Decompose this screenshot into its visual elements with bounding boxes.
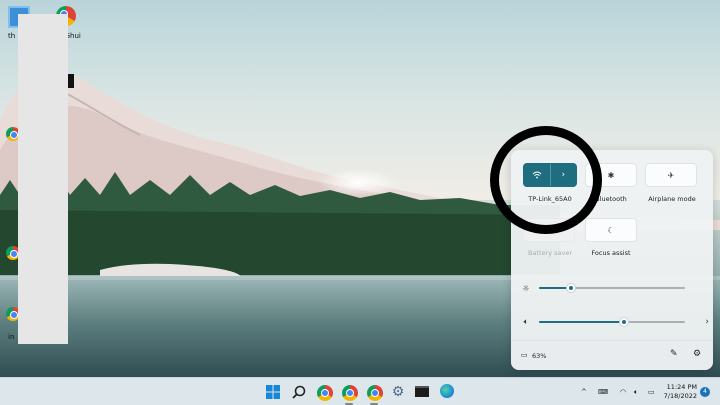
taskbar: ⚙ ^ ⌨ ◠ 🔈︎ ▭ 11:24 PM 7/18/2022 4 xyxy=(0,377,720,405)
moon-icon: ☾ xyxy=(607,225,615,235)
volume-tray-icon[interactable]: 🔈︎ xyxy=(634,378,638,405)
brightness-icon: ☼ xyxy=(522,283,530,293)
desktop-folder-label: th xyxy=(8,32,16,40)
wifi-tray-icon[interactable]: ◠ xyxy=(620,378,626,405)
clock-date: 7/18/2022 xyxy=(663,392,697,400)
airplane-mode-label: Airplane mode xyxy=(648,195,696,203)
taskbar-clock[interactable]: 11:24 PM 7/18/2022 xyxy=(663,383,697,401)
focus-assist-toggle-button[interactable]: ☾ xyxy=(585,218,637,242)
search-icon[interactable] xyxy=(291,384,307,400)
settings-icon[interactable]: ⚙ xyxy=(390,384,406,400)
keyboard-icon[interactable]: ⌨ xyxy=(598,378,608,405)
quick-settings-footer: ▭ 63% ✎ ⚙ xyxy=(511,340,713,370)
battery-percent: 63% xyxy=(532,352,547,360)
bluetooth-icon: ✱ xyxy=(607,170,615,180)
airplane-icon: ✈ xyxy=(667,170,675,180)
battery-tray-icon[interactable]: ▭ xyxy=(648,378,655,405)
chrome-profile-icon[interactable] xyxy=(342,385,358,401)
brightness-slider-thumb[interactable] xyxy=(567,284,576,292)
notification-badge[interactable]: 4 xyxy=(700,387,710,397)
annotation-circle xyxy=(490,126,602,234)
dark-icon xyxy=(68,74,74,88)
audio-output-chevron-icon[interactable]: › xyxy=(705,317,709,327)
chrome-desktop-label-2: in xyxy=(8,333,15,341)
edit-pencil-icon[interactable]: ✎ xyxy=(670,349,678,359)
battery-saver-label: Battery saver xyxy=(527,249,572,257)
volume-slider-fill xyxy=(539,321,624,323)
settings-gear-icon[interactable]: ⚙ xyxy=(693,349,701,359)
brightness-slider[interactable] xyxy=(539,284,685,292)
terminal-icon[interactable] xyxy=(415,386,429,397)
chrome-profile-icon-2[interactable] xyxy=(367,385,383,401)
volume-slider-thumb[interactable] xyxy=(619,318,628,326)
volume-slider[interactable] xyxy=(539,318,685,326)
clock-time: 11:24 PM xyxy=(666,383,697,391)
edge-icon[interactable] xyxy=(440,384,454,398)
chrome-icon[interactable] xyxy=(317,385,333,401)
airplane-mode-toggle-button[interactable]: ✈ xyxy=(645,163,697,187)
volume-slider-row: 🔈︎ › xyxy=(521,316,709,328)
brightness-slider-row: ☼ xyxy=(521,282,701,294)
redacted-overlay xyxy=(18,14,68,344)
tray-overflow-chevron-icon[interactable]: ^ xyxy=(581,378,587,405)
focus-assist-label: Focus assist xyxy=(591,249,631,257)
battery-icon[interactable]: ▭ xyxy=(521,351,528,359)
windows-start-icon[interactable] xyxy=(265,384,281,400)
speaker-icon[interactable]: 🔈︎ xyxy=(521,317,531,327)
